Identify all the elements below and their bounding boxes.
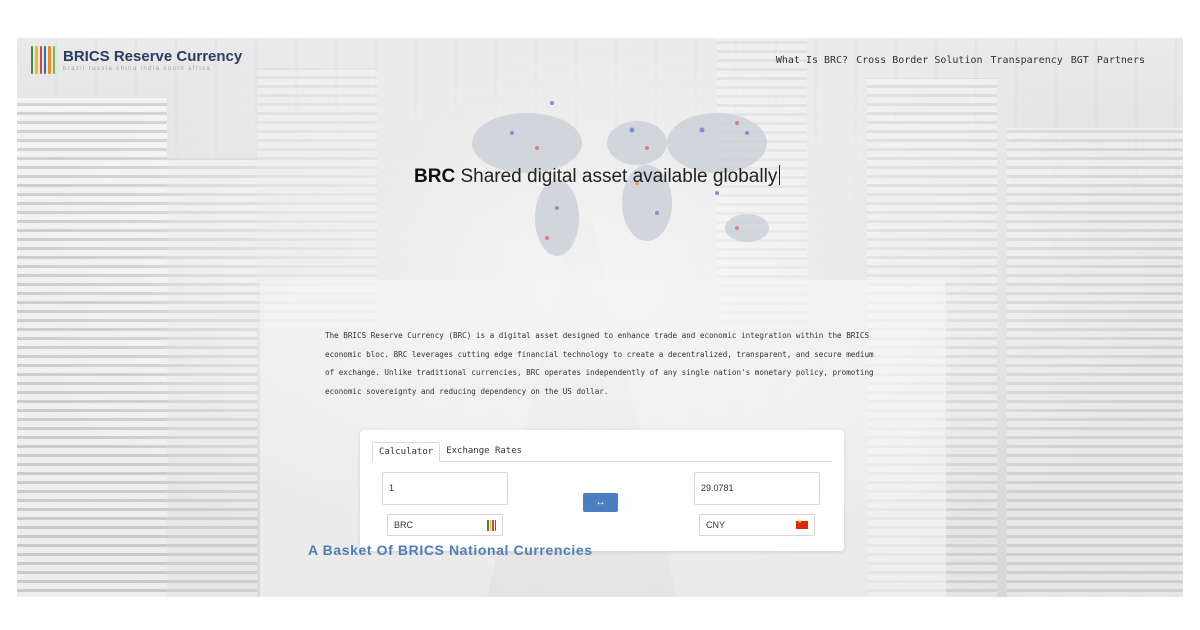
from-currency-label: BRC <box>394 520 414 530</box>
logo-stripe <box>35 46 38 74</box>
hero-brand: BRC <box>414 166 456 187</box>
brc-icon-stripe <box>494 519 496 531</box>
logo-stripe <box>39 46 42 74</box>
logo-mark-icon <box>31 46 55 74</box>
calculator-tabs: Calculator Exchange Rates <box>372 442 832 462</box>
brc-icon-stripe <box>487 519 489 531</box>
currency-calculator: Calculator Exchange Rates 1 BRC ↔ 29.078… <box>360 430 844 551</box>
hero-headline: BRC Shared digital asset available globa… <box>414 165 781 188</box>
nav-bgt[interactable]: BGT <box>1071 55 1089 66</box>
logo-stripe <box>43 46 47 74</box>
brand-title: BRICS Reserve Currency <box>63 47 243 65</box>
to-currency-select[interactable]: CNY <box>699 514 815 536</box>
from-currency-select[interactable]: BRC <box>387 514 503 536</box>
typing-cursor <box>779 165 781 185</box>
tab-calculator[interactable]: Calculator <box>372 442 441 462</box>
main-nav: What Is BRC? Cross Border Solution Trans… <box>776 55 1145 66</box>
logo-stripe <box>48 46 51 74</box>
tab-exchange-rates[interactable]: Exchange Rates <box>440 442 528 461</box>
brand-subtitle: brazil russia china india south africa <box>63 65 212 72</box>
nav-partners[interactable]: Partners <box>1097 55 1145 66</box>
nav-what-is-brc[interactable]: What Is BRC? <box>776 55 848 66</box>
intro-paragraph: The BRICS Reserve Currency (BRC) is a di… <box>325 331 874 396</box>
to-amount-input[interactable]: 29.0781 <box>694 472 820 505</box>
from-amount-input[interactable]: 1 <box>382 472 508 505</box>
to-currency-label: CNY <box>706 520 726 530</box>
nav-cross-border-solution[interactable]: Cross Border Solution <box>856 55 982 66</box>
swap-button[interactable]: ↔ <box>583 493 618 512</box>
hero-background: BRICS Reserve Currency brazil russia chi… <box>17 38 1183 597</box>
nav-transparency[interactable]: Transparency <box>991 55 1063 66</box>
brc-icon-stripe <box>489 519 491 531</box>
brc-logo-icon <box>487 519 496 531</box>
hero-text: Shared digital asset available globally <box>455 166 778 187</box>
brc-icon-stripe <box>492 519 494 531</box>
china-flag-icon <box>796 518 808 529</box>
brand-logo[interactable]: BRICS Reserve Currency brazil russia chi… <box>31 46 242 74</box>
basket-heading: A Basket Of BRICS National Currencies <box>308 542 593 558</box>
logo-stripe <box>52 46 55 74</box>
logo-stripe <box>31 46 34 74</box>
